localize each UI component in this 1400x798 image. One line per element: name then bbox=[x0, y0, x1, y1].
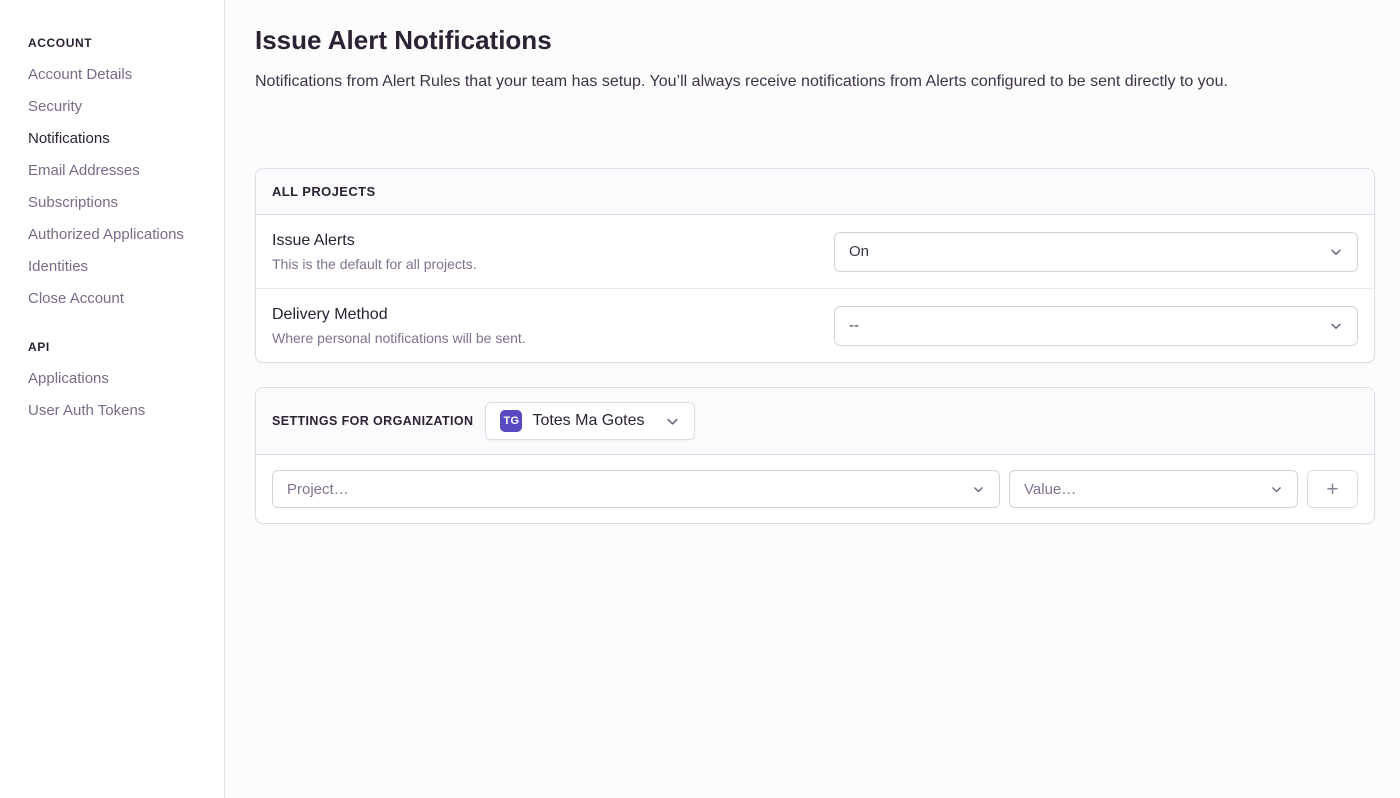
issue-alerts-select[interactable]: On bbox=[834, 232, 1358, 272]
all-projects-panel-header: All Projects bbox=[256, 169, 1374, 215]
issue-alerts-help: This is the default for all projects. bbox=[272, 256, 477, 272]
organization-panel-header-label: Settings for Organization bbox=[272, 414, 473, 428]
issue-alerts-info: Issue Alerts This is the default for all… bbox=[272, 231, 477, 272]
sidebar-item-notifications[interactable]: Notifications bbox=[28, 130, 204, 148]
all-projects-panel: All Projects Issue Alerts This is the de… bbox=[255, 168, 1375, 363]
sidebar-item-account-details[interactable]: Account Details bbox=[28, 66, 204, 84]
delivery-method-info: Delivery Method Where personal notificat… bbox=[272, 305, 526, 346]
sidebar-section-account: Account Account Details Security Notific… bbox=[28, 36, 204, 308]
organization-panel: Settings for Organization TG Totes Ma Go… bbox=[255, 387, 1375, 524]
sidebar-item-subscriptions[interactable]: Subscriptions bbox=[28, 194, 204, 212]
organization-selector[interactable]: TG Totes Ma Gotes bbox=[485, 402, 695, 440]
delivery-method-label: Delivery Method bbox=[272, 305, 526, 324]
sidebar-list-api: Applications User Auth Tokens bbox=[28, 370, 204, 420]
project-select[interactable]: Project… bbox=[272, 470, 1000, 508]
sidebar-heading-account: Account bbox=[28, 36, 204, 50]
delivery-method-select-value: -- bbox=[849, 317, 859, 334]
issue-alerts-label: Issue Alerts bbox=[272, 231, 477, 250]
chevron-down-icon bbox=[1329, 245, 1343, 259]
issue-alerts-select-value: On bbox=[849, 243, 869, 260]
value-select[interactable]: Value… bbox=[1009, 470, 1298, 508]
settings-sidebar: Account Account Details Security Notific… bbox=[0, 0, 225, 798]
sidebar-item-security[interactable]: Security bbox=[28, 98, 204, 116]
chevron-down-icon bbox=[1270, 483, 1283, 496]
fine-tune-row: Project… Value… + bbox=[256, 455, 1374, 523]
main-content: Issue Alert Notifications Notifications … bbox=[225, 0, 1400, 798]
organization-panel-header: Settings for Organization TG Totes Ma Go… bbox=[256, 388, 1374, 455]
project-select-placeholder: Project… bbox=[287, 481, 349, 498]
sidebar-item-authorized-applications[interactable]: Authorized Applications bbox=[28, 226, 204, 244]
value-select-placeholder: Value… bbox=[1024, 481, 1076, 498]
sidebar-section-api: API Applications User Auth Tokens bbox=[28, 340, 204, 420]
delivery-method-select[interactable]: -- bbox=[834, 306, 1358, 346]
delivery-method-row: Delivery Method Where personal notificat… bbox=[256, 289, 1374, 362]
sidebar-list-account: Account Details Security Notifications E… bbox=[28, 66, 204, 308]
chevron-down-icon bbox=[665, 414, 680, 429]
app-root: Account Account Details Security Notific… bbox=[0, 0, 1400, 798]
sidebar-item-identities[interactable]: Identities bbox=[28, 258, 204, 276]
sidebar-item-applications[interactable]: Applications bbox=[28, 370, 204, 388]
page-description: Notifications from Alert Rules that your… bbox=[255, 71, 1375, 92]
delivery-method-help: Where personal notifications will be sen… bbox=[272, 330, 526, 346]
sidebar-item-user-auth-tokens[interactable]: User Auth Tokens bbox=[28, 402, 204, 420]
issue-alerts-row: Issue Alerts This is the default for all… bbox=[256, 215, 1374, 289]
page-title: Issue Alert Notifications bbox=[255, 24, 1375, 56]
add-rule-button[interactable]: + bbox=[1307, 470, 1358, 508]
sidebar-item-email-addresses[interactable]: Email Addresses bbox=[28, 162, 204, 180]
chevron-down-icon bbox=[972, 483, 985, 496]
organization-avatar: TG bbox=[500, 410, 522, 432]
organization-name: Totes Ma Gotes bbox=[532, 412, 653, 430]
sidebar-heading-api: API bbox=[28, 340, 204, 354]
sidebar-item-close-account[interactable]: Close Account bbox=[28, 290, 204, 308]
plus-icon: + bbox=[1326, 479, 1338, 500]
chevron-down-icon bbox=[1329, 319, 1343, 333]
